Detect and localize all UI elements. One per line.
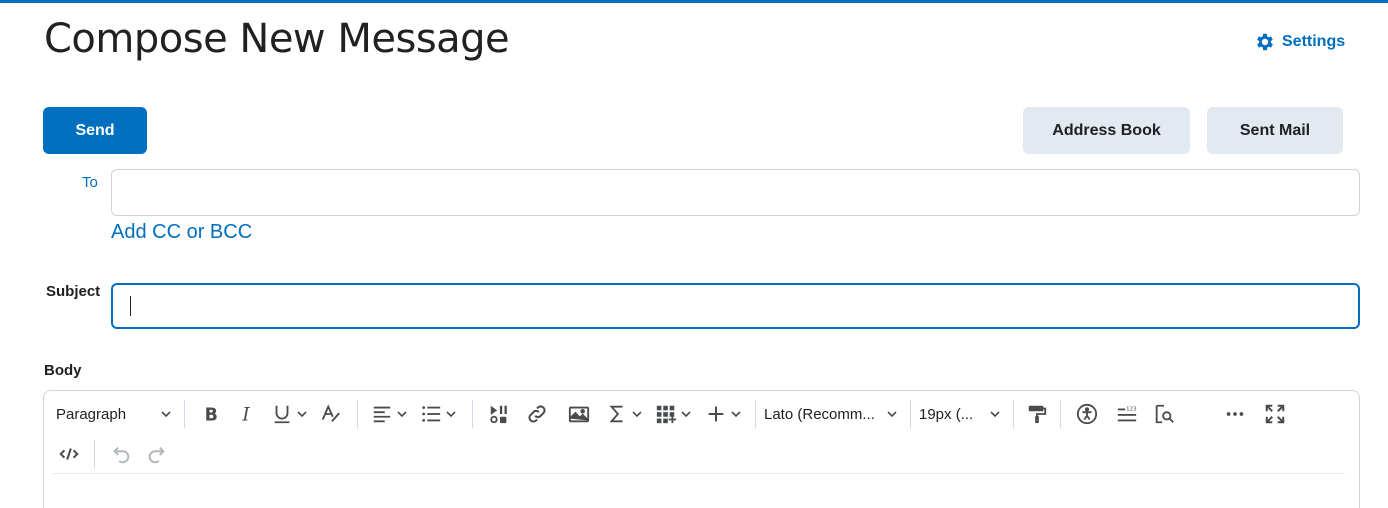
editor-toolbar-row-1: Paragraph B I Lato (Recomm... 19px (... … <box>52 394 1295 434</box>
block-format-dropdown[interactable]: Paragraph <box>52 397 176 431</box>
svg-text:B: B <box>205 405 218 425</box>
toolbar-divider <box>94 440 95 468</box>
redo-icon <box>148 446 165 464</box>
chevron-down-icon <box>296 411 307 418</box>
bulleted-list-icon <box>421 406 440 422</box>
top-accent-bar <box>0 0 1388 3</box>
fullscreen-icon <box>1265 404 1285 424</box>
gear-icon <box>1254 31 1276 53</box>
toolbar-divider <box>910 400 911 428</box>
send-button[interactable]: Send <box>43 107 147 154</box>
editor-toolbar-row-2 <box>52 434 175 474</box>
insert-dropdown[interactable] <box>699 397 747 431</box>
source-code-button[interactable] <box>52 437 86 471</box>
undo-icon <box>113 446 130 464</box>
subject-label: Subject <box>46 283 101 300</box>
underline-dropdown[interactable] <box>265 397 313 431</box>
svg-text:123: 123 <box>1126 406 1137 412</box>
more-options-button[interactable] <box>1215 397 1255 431</box>
body-editor[interactable]: Paragraph B I Lato (Recomm... 19px (... … <box>43 390 1360 508</box>
chevron-down-icon <box>680 411 691 418</box>
link-icon <box>528 405 546 423</box>
toolbar-divider <box>1060 400 1061 428</box>
insert-link-button[interactable] <box>517 397 557 431</box>
font-size-label: 19px (... <box>919 405 974 423</box>
format-painter-button[interactable] <box>1022 397 1052 431</box>
document-search-icon <box>1155 404 1174 424</box>
accessibility-checker-button[interactable] <box>1069 397 1105 431</box>
font-family-dropdown[interactable]: Lato (Recomm... <box>764 397 902 431</box>
sigma-icon <box>608 405 622 423</box>
toolbar-divider <box>1013 400 1014 428</box>
insert-stuff-button[interactable] <box>481 397 517 431</box>
italic-button[interactable]: I <box>229 397 265 431</box>
insert-media-icon <box>490 405 507 424</box>
redo-button[interactable] <box>139 437 175 471</box>
plus-icon <box>708 406 723 422</box>
bold-icon: B <box>205 405 218 425</box>
chevron-down-icon <box>887 411 897 418</box>
code-icon <box>59 448 79 460</box>
equation-dropdown[interactable] <box>601 397 647 431</box>
add-cc-bcc-link[interactable]: Add CC or BCC <box>111 221 252 244</box>
chevron-down-icon <box>631 411 642 418</box>
align-dropdown[interactable] <box>366 397 412 431</box>
underline-icon <box>274 405 289 424</box>
body-label: Body <box>44 362 82 379</box>
page-title: Compose New Message <box>44 16 510 62</box>
chevron-down-icon <box>161 411 171 418</box>
toolbar-bottom-border <box>52 473 1345 474</box>
list-dropdown[interactable] <box>412 397 464 431</box>
block-format-label: Paragraph <box>56 405 127 423</box>
settings-link[interactable]: Settings <box>1254 31 1345 53</box>
paint-roller-icon <box>1028 405 1047 424</box>
chevron-down-icon <box>445 411 456 418</box>
table-icon <box>656 405 676 424</box>
ellipsis-icon <box>1226 412 1244 416</box>
preview-button[interactable] <box>1149 397 1179 431</box>
image-icon <box>568 406 590 423</box>
align-left-icon <box>373 406 390 423</box>
fullscreen-button[interactable] <box>1255 397 1295 431</box>
chevron-down-icon <box>396 411 407 418</box>
text-style-icon <box>321 404 340 422</box>
undo-button[interactable] <box>103 437 139 471</box>
table-dropdown[interactable] <box>647 397 699 431</box>
settings-label: Settings <box>1282 33 1346 50</box>
accessibility-icon <box>1076 403 1098 425</box>
text-caret <box>130 296 131 316</box>
subject-input[interactable] <box>111 283 1360 329</box>
to-field[interactable] <box>111 169 1360 216</box>
toolbar-divider <box>357 400 358 428</box>
toolbar-divider <box>184 400 185 428</box>
toolbar-divider <box>472 400 473 428</box>
clear-formatting-button[interactable] <box>313 397 349 431</box>
italic-icon: I <box>241 404 250 425</box>
svg-text:I: I <box>241 404 250 425</box>
word-count-icon: 123 <box>1117 406 1137 422</box>
chevron-down-icon <box>990 411 1000 418</box>
insert-image-button[interactable] <box>557 397 601 431</box>
bold-button[interactable]: B <box>193 397 229 431</box>
address-book-button[interactable]: Address Book <box>1023 107 1190 154</box>
font-size-dropdown[interactable]: 19px (... <box>919 397 1005 431</box>
toolbar-divider <box>755 400 756 428</box>
sent-mail-button[interactable]: Sent Mail <box>1207 107 1343 154</box>
word-count-button[interactable]: 123 <box>1105 397 1149 431</box>
font-family-label: Lato (Recomm... <box>764 405 875 423</box>
to-label[interactable]: To <box>82 174 98 191</box>
chevron-down-icon <box>730 411 741 418</box>
